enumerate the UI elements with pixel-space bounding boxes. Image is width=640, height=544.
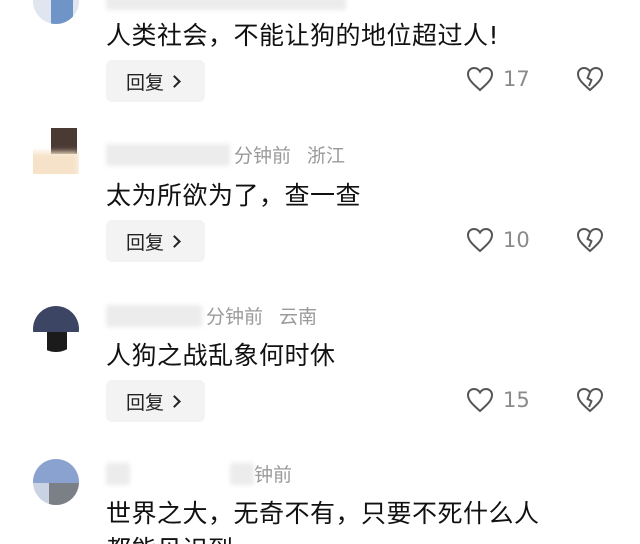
comment-meta (106, 0, 350, 10)
like-button[interactable]: 15 (466, 387, 530, 413)
reply-button[interactable]: 回复 (106, 220, 205, 262)
redacted-username (106, 0, 346, 10)
like-count: 15 (503, 388, 530, 412)
reply-label: 回复 (126, 391, 165, 414)
like-button[interactable]: 10 (466, 227, 530, 253)
dislike-button[interactable] (576, 387, 604, 417)
broken-heart-icon (576, 66, 604, 92)
dislike-button[interactable] (576, 66, 604, 96)
comment-text: 太为所欲为了，查一查 (106, 181, 362, 210)
comment-time: 分钟前 (234, 145, 292, 167)
broken-heart-icon (576, 227, 604, 253)
reply-label: 回复 (126, 231, 165, 254)
comment-text: 人类社会，不能让狗的地位超过人! (106, 21, 500, 50)
comment-time: 分钟前 (206, 306, 264, 328)
like-count: 17 (503, 67, 530, 91)
like-button[interactable]: 17 (466, 66, 530, 92)
redacted-username (106, 304, 202, 327)
reply-button[interactable]: 回复 (106, 380, 205, 422)
heart-outline-icon (466, 227, 494, 253)
comment-time: 钟前 (254, 464, 293, 486)
comment-meta: 分钟前 浙江 (106, 141, 345, 168)
avatar[interactable] (33, 128, 79, 174)
chevron-right-icon (168, 395, 181, 408)
chevron-right-icon (168, 75, 181, 88)
comment-text: 人狗之战乱象何时休 (106, 341, 336, 370)
chevron-right-icon (168, 235, 181, 248)
broken-heart-icon (576, 387, 604, 413)
comment-location: 云南 (279, 306, 318, 328)
avatar[interactable] (33, 459, 79, 505)
comment-meta: 分钟前 云南 (106, 302, 317, 329)
comment-location: 浙江 (307, 145, 346, 167)
reply-label: 回复 (126, 71, 165, 94)
avatar[interactable] (33, 306, 79, 352)
comment-text: 世界之大，无奇不有，只要不死什么人 (106, 499, 540, 528)
redacted-text (230, 462, 254, 485)
like-count: 10 (503, 228, 530, 252)
heart-outline-icon (466, 66, 494, 92)
heart-outline-icon (466, 387, 494, 413)
redacted-username (106, 143, 230, 166)
reply-button[interactable]: 回复 (106, 60, 205, 102)
comment-meta: 钟前 (106, 460, 292, 487)
avatar[interactable] (33, 0, 79, 24)
dislike-button[interactable] (576, 227, 604, 257)
comment-text-continued: 都能见识到 (106, 530, 234, 544)
redacted-username (106, 462, 130, 485)
